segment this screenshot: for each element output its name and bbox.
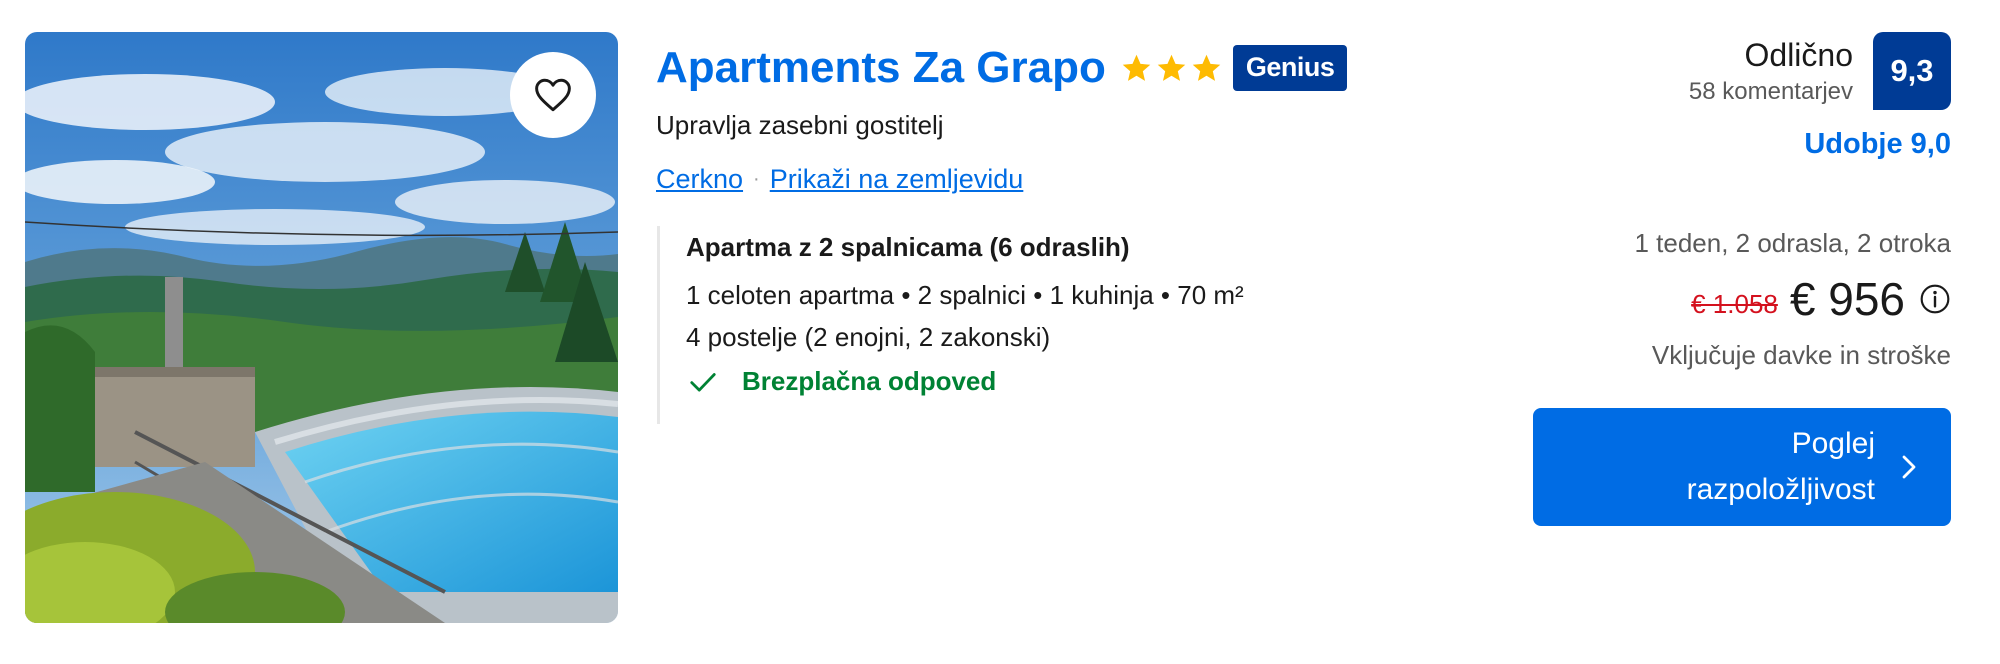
star-icon xyxy=(1157,54,1186,81)
heart-icon xyxy=(535,78,571,112)
room-info: Apartma z 2 spalnicama (6 odraslih) 1 ce… xyxy=(657,226,1506,424)
star-icon xyxy=(1122,54,1151,81)
see-availability-line2: razpoložljivost xyxy=(1686,473,1875,506)
property-title[interactable]: Apartments Za Grapo xyxy=(656,43,1106,93)
location-separator: · xyxy=(753,168,760,190)
comfort-score[interactable]: Udobje 9,0 xyxy=(1804,128,1951,161)
room-details: 1 celoten apartma • 2 spalnici • 1 kuhin… xyxy=(686,280,1244,310)
room-beds: 4 postelje (2 enojni, 2 zakonski) xyxy=(686,322,1051,352)
location-row: Cerkno · Prikaži na zemljevidu xyxy=(656,164,1023,195)
score-badge: 9,3 xyxy=(1873,32,1951,110)
star-rating xyxy=(1120,52,1223,85)
free-cancellation-label: Brezplačna odpoved xyxy=(742,366,997,396)
check-icon xyxy=(690,372,716,391)
info-icon[interactable] xyxy=(1919,283,1951,315)
review-score[interactable]: Odlično 58 komentarjev 9,3 xyxy=(1689,32,1951,110)
stay-info: 1 teden, 2 odrasla, 2 otroka xyxy=(1634,228,1951,258)
show-on-map-link[interactable]: Prikaži na zemljevidu xyxy=(770,164,1024,195)
taxes-note: Vključuje davke in stroške xyxy=(1651,340,1951,370)
free-cancellation: Brezplačna odpoved xyxy=(686,366,1506,397)
property-card: Apartments Za Grapo Genius Upravlja zase… xyxy=(0,0,2000,664)
see-availability-line1: Poglej xyxy=(1791,427,1875,460)
review-count: 58 komentarjev xyxy=(1688,78,1853,105)
star-icon xyxy=(1192,54,1221,81)
location-link[interactable]: Cerkno xyxy=(656,164,743,195)
old-price: € 1.058 xyxy=(1691,288,1778,319)
title-row: Apartments Za Grapo Genius xyxy=(656,38,1348,98)
host-info: Upravlja zasebni gostitelj xyxy=(656,110,944,140)
genius-badge: Genius xyxy=(1232,45,1348,91)
price-row: € 1.058 € 956 xyxy=(1691,272,1951,326)
see-availability-label: Poglej razpoložljivost xyxy=(1615,421,1875,513)
review-text: Odlično 58 komentarjev xyxy=(1689,32,1853,106)
chevron-right-icon xyxy=(1902,455,1916,479)
see-availability-button[interactable]: Poglej razpoložljivost xyxy=(1533,408,1951,526)
favorite-button[interactable] xyxy=(510,52,596,138)
room-name: Apartma z 2 spalnicama (6 odraslih) xyxy=(686,232,1130,262)
current-price: € 956 xyxy=(1789,273,1905,325)
review-word: Odlično xyxy=(1744,37,1854,73)
